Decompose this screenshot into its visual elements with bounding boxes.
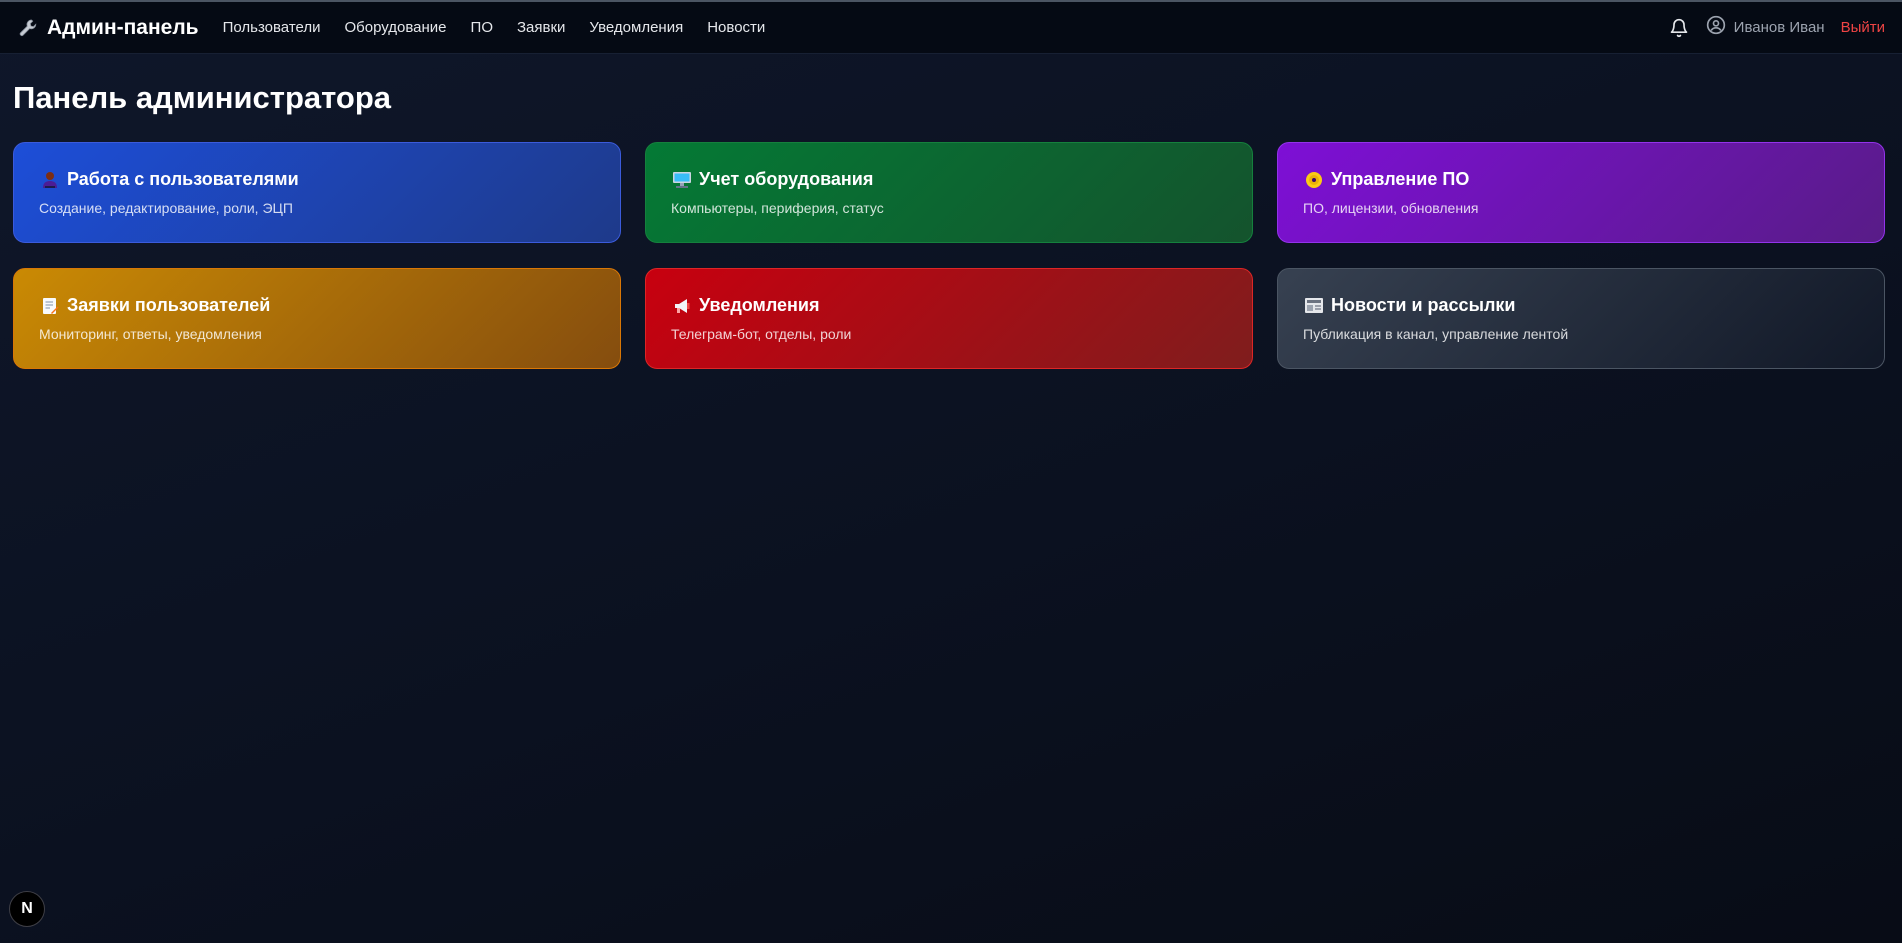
card-description: ПО, лицензии, обновления <box>1303 200 1479 216</box>
megaphone-icon <box>671 296 693 316</box>
memo-icon <box>39 296 61 316</box>
card-title: Новости и рассылки <box>1331 295 1516 315</box>
card-title-row: Уведомления <box>671 295 1227 316</box>
brand-title: Админ-панель <box>47 15 199 39</box>
nav-news[interactable]: Новости <box>707 19 765 36</box>
newspaper-icon <box>1303 296 1325 316</box>
card-users[interactable]: Работа с пользователями Создание, редакт… <box>13 142 621 243</box>
nav-equipment[interactable]: Оборудование <box>345 19 447 36</box>
card-title-row: Заявки пользователей <box>39 295 595 316</box>
card-requests[interactable]: Заявки пользователей Мониторинг, ответы,… <box>13 268 621 369</box>
page-title: Панель администратора <box>13 80 392 115</box>
card-description: Мониторинг, ответы, уведомления <box>39 326 262 342</box>
user-circle-icon <box>1706 15 1726 40</box>
card-title-row: Управление ПО <box>1303 169 1859 190</box>
card-title-row: Учет оборудования <box>671 169 1227 190</box>
computer-icon <box>671 170 693 190</box>
logout-button[interactable]: Выйти <box>1841 19 1885 36</box>
user-icon <box>39 170 61 190</box>
card-description: Публикация в канал, управление лентой <box>1303 326 1569 342</box>
wrench-icon <box>17 17 39 39</box>
card-title: Учет оборудования <box>699 169 874 189</box>
card-news[interactable]: Новости и рассылки Публикация в канал, у… <box>1277 268 1885 369</box>
main-nav: Пользователи Оборудование ПО Заявки Увед… <box>223 19 766 36</box>
nav-software[interactable]: ПО <box>471 19 493 36</box>
card-title: Работа с пользователями <box>67 169 299 189</box>
nav-users[interactable]: Пользователи <box>223 19 321 36</box>
brand[interactable]: Админ-панель <box>17 16 199 40</box>
card-equipment[interactable]: Учет оборудования Компьютеры, периферия,… <box>645 142 1253 243</box>
card-title: Уведомления <box>699 295 820 315</box>
top-navbar: Админ-панель Пользователи Оборудование П… <box>0 2 1902 54</box>
disc-icon <box>1303 170 1325 190</box>
card-title-row: Новости и рассылки <box>1303 295 1859 316</box>
card-title: Управление ПО <box>1331 169 1470 189</box>
user-name: Иванов Иван <box>1733 19 1825 36</box>
card-description: Создание, редактирование, роли, ЭЦП <box>39 200 293 216</box>
card-notifications[interactable]: Уведомления Телеграм-бот, отделы, роли <box>645 268 1253 369</box>
nav-notifications[interactable]: Уведомления <box>589 19 683 36</box>
dev-tools-badge[interactable]: N <box>9 891 45 927</box>
admin-cards-grid: Работа с пользователями Создание, редакт… <box>13 142 1885 369</box>
card-software[interactable]: Управление ПО ПО, лицензии, обновления <box>1277 142 1885 243</box>
card-description: Компьютеры, периферия, статус <box>671 200 884 216</box>
nav-requests[interactable]: Заявки <box>517 19 565 36</box>
user-menu[interactable]: Иванов Иван <box>1706 15 1825 40</box>
card-title-row: Работа с пользователями <box>39 169 595 190</box>
card-title: Заявки пользователей <box>67 295 271 315</box>
card-description: Телеграм-бот, отделы, роли <box>671 326 852 342</box>
header-actions: Иванов Иван Выйти <box>1668 15 1885 40</box>
bell-icon[interactable] <box>1668 17 1690 39</box>
